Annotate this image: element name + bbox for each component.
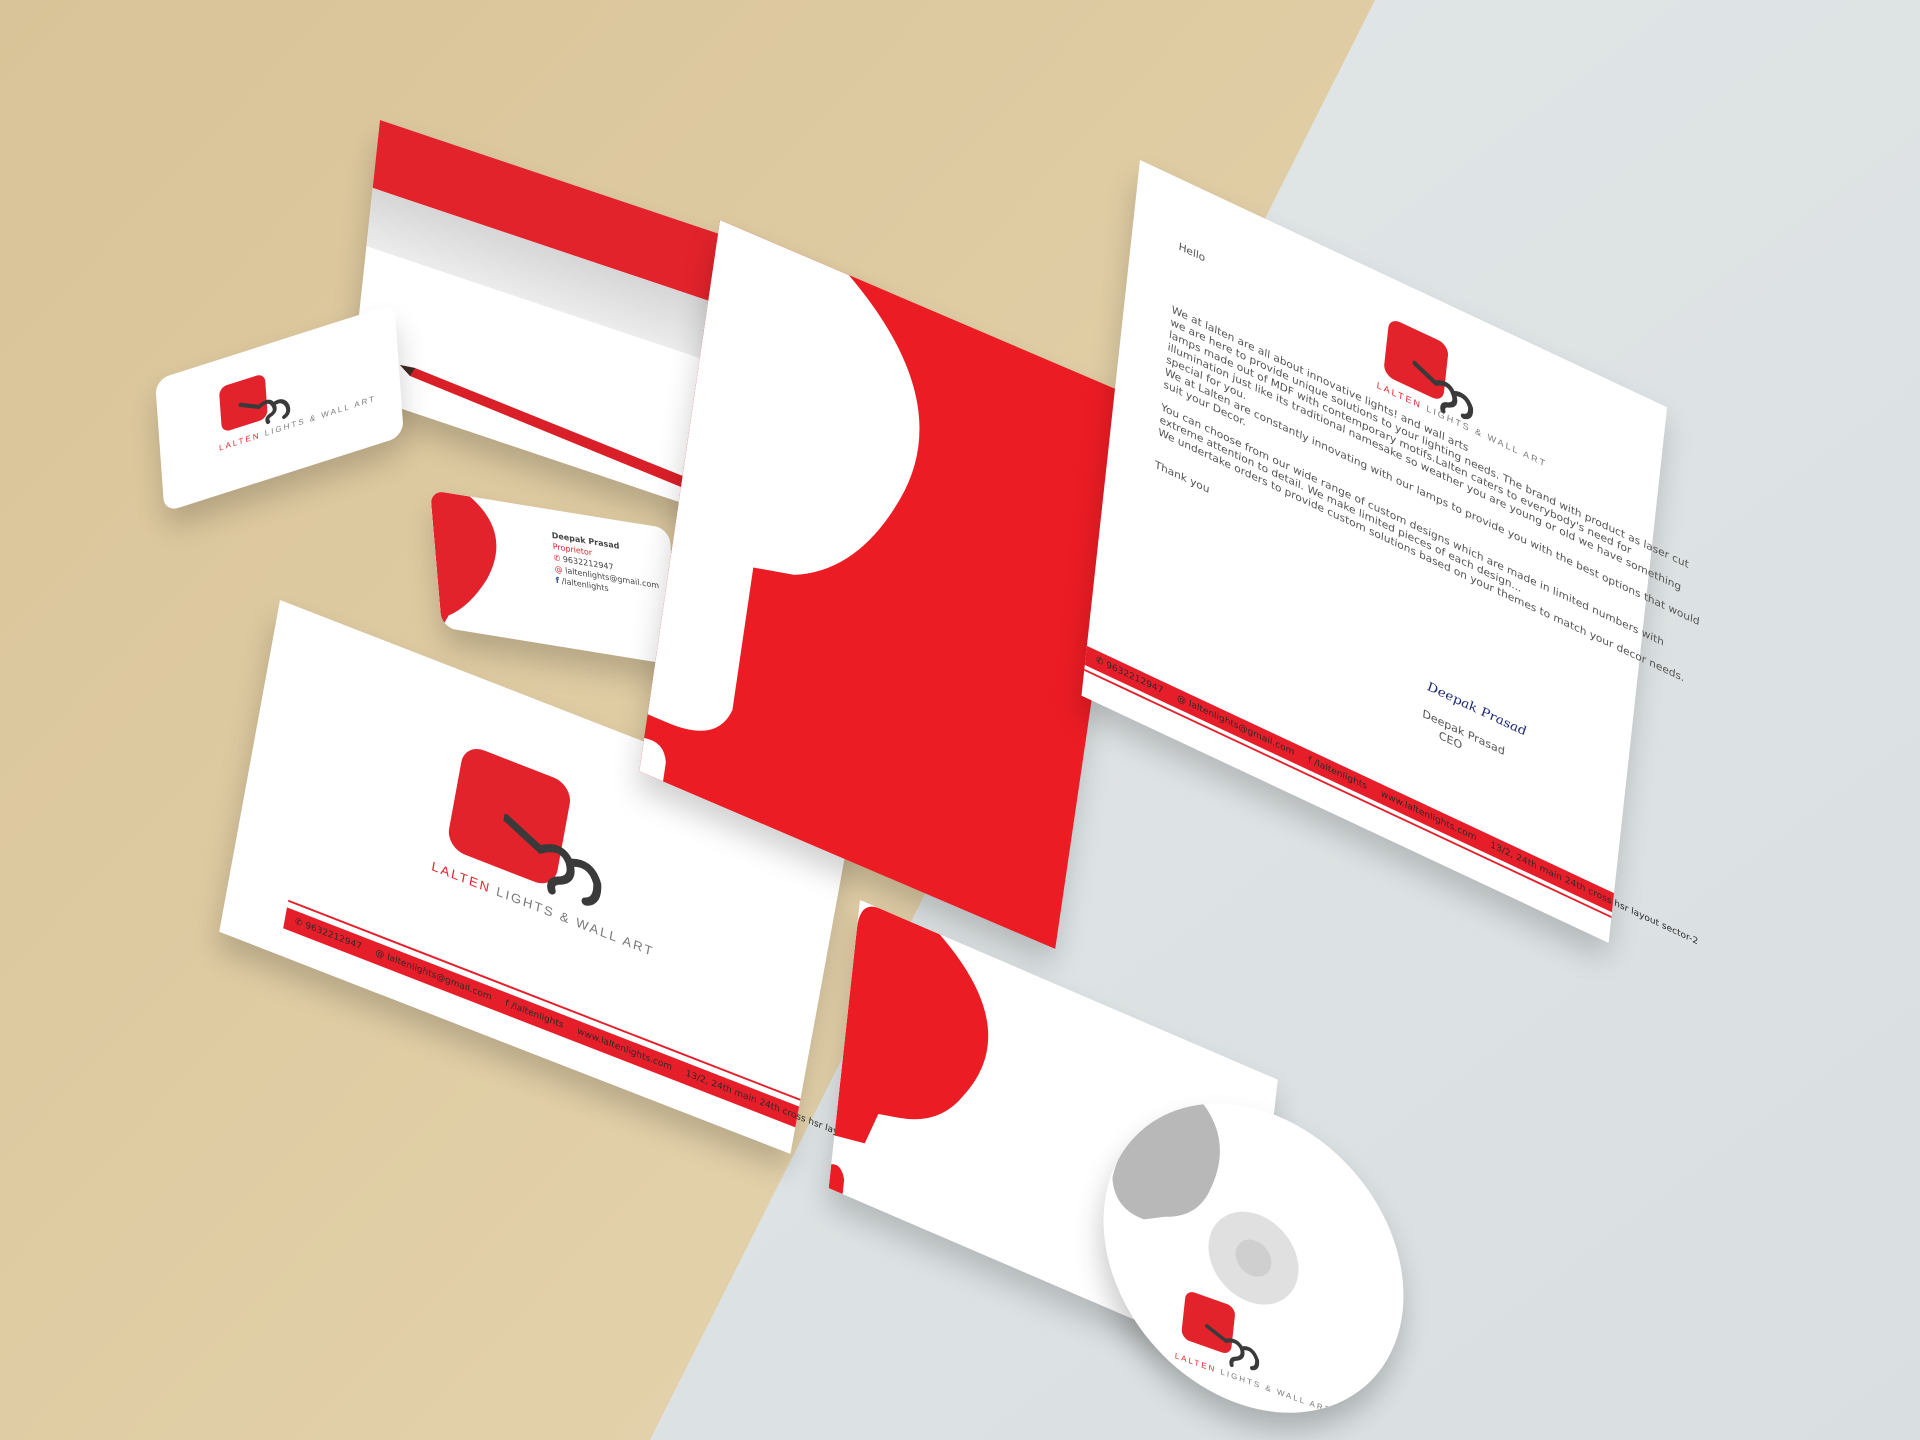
email-icon: @ bbox=[374, 948, 386, 962]
facebook-icon: f bbox=[1307, 754, 1312, 767]
phone-icon: ✆ bbox=[553, 553, 561, 564]
card-back-red-shape bbox=[430, 490, 497, 628]
email-icon: @ bbox=[1176, 693, 1187, 708]
facebook-icon: f bbox=[555, 575, 560, 586]
facebook-icon: f bbox=[504, 998, 510, 1010]
email-icon: @ bbox=[554, 564, 564, 575]
stationery-mockup-scene: LALTEN LIGHTS & WALL ART Deepak Prasad P… bbox=[0, 0, 1920, 1440]
phone-icon: ✆ bbox=[1095, 655, 1104, 669]
phone-icon: ✆ bbox=[294, 916, 304, 930]
